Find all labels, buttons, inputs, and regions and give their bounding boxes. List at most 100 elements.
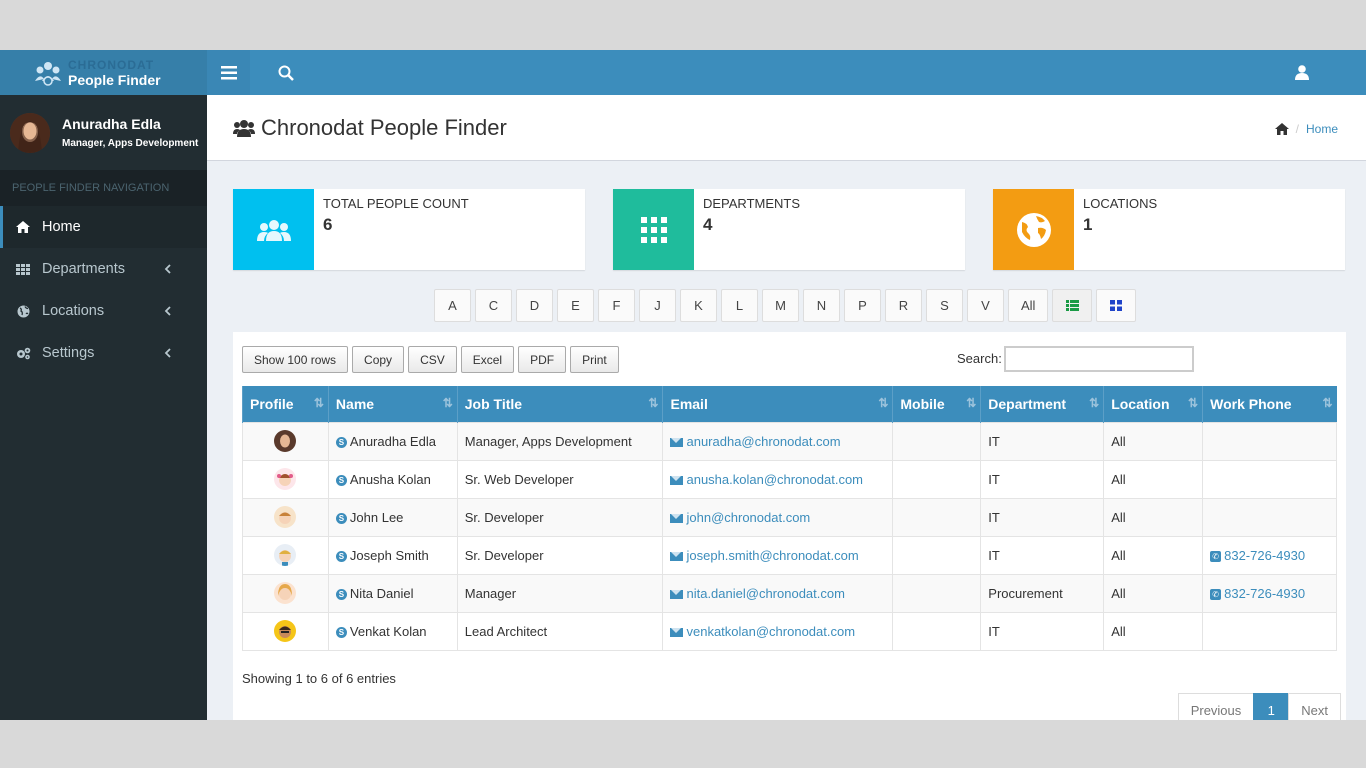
letter-f-button[interactable]: F (598, 289, 635, 322)
menu-toggle-button[interactable] (207, 50, 250, 95)
letter-l-button[interactable]: L (721, 289, 758, 322)
job-title: Manager (456, 573, 664, 613)
table-row: S John Lee Sr. Developer john@chronodat.c… (242, 497, 1337, 537)
search-icon (278, 65, 294, 81)
previous-page-button[interactable]: Previous (1177, 693, 1255, 720)
pdf-button[interactable]: PDF (518, 346, 567, 373)
letter-c-button[interactable]: C (475, 289, 512, 322)
letter-d-button[interactable]: D (516, 289, 553, 322)
job-title: Lead Architect (456, 611, 664, 651)
skype-icon[interactable]: S (335, 588, 347, 600)
letter-r-button[interactable]: R (885, 289, 922, 322)
avatar[interactable] (274, 468, 297, 490)
avatar[interactable] (274, 430, 297, 452)
letter-k-button[interactable]: K (680, 289, 717, 322)
page-1-button[interactable]: 1 (1253, 693, 1290, 720)
department-cell: IT (980, 535, 1105, 575)
sidebar-item-label: Settings (42, 345, 95, 361)
email-link[interactable]: nita.daniel@chronodat.com (686, 586, 844, 601)
letter-a-button[interactable]: A (434, 289, 471, 322)
home-icon (15, 219, 31, 235)
globe-icon (993, 189, 1074, 270)
search-label: Search: (957, 351, 1002, 366)
csv-button[interactable]: CSV (408, 346, 457, 373)
department-cell: IT (980, 497, 1105, 537)
letter-e-button[interactable]: E (557, 289, 594, 322)
email-link[interactable]: anuradha@chronodat.com (686, 434, 840, 449)
email-link[interactable]: anusha.kolan@chronodat.com (686, 472, 863, 487)
column-header-mobile[interactable]: Mobile ⇅ (892, 386, 981, 422)
location-cell: All (1103, 535, 1204, 575)
department-cell: IT (980, 459, 1105, 499)
print-button[interactable]: Print (570, 346, 619, 373)
avatar[interactable] (274, 506, 297, 528)
grid-view-button[interactable] (1096, 289, 1137, 322)
sidebar-item-home[interactable]: Home (0, 206, 207, 248)
show-rows-button[interactable]: Show 100 rows (242, 346, 349, 373)
email-link[interactable]: venkatkolan@chronodat.com (686, 624, 855, 639)
search-input[interactable] (1004, 346, 1194, 372)
column-header-email[interactable]: Email ⇅ (662, 386, 893, 422)
letter-n-button[interactable]: N (803, 289, 840, 322)
letter-s-button[interactable]: S (926, 289, 963, 322)
sidebar-item-settings[interactable]: Settings (0, 332, 207, 374)
column-header-department[interactable]: Department ⇅ (980, 386, 1104, 422)
pagination: Previous 1 Next (1177, 693, 1341, 720)
breadcrumb-separator: / (1295, 122, 1299, 136)
home-icon[interactable] (1274, 123, 1289, 135)
avatar[interactable] (274, 544, 297, 566)
stat-card-locations: LOCATIONS 1 (993, 189, 1345, 270)
work-phone-link[interactable]: 832-726-4930 (1224, 548, 1305, 563)
sort-icon: ⇅ (878, 396, 888, 410)
avatar[interactable] (274, 620, 297, 642)
phone-icon: ✆ (1210, 550, 1222, 562)
brand-logo[interactable]: CHRONODAT People Finder (0, 50, 207, 95)
envelope-icon (670, 513, 684, 523)
column-header-profile[interactable]: Profile ⇅ (242, 386, 329, 422)
app-window: CHRONODAT People Finder Anuradha Edla Ma… (0, 50, 1366, 720)
skype-icon[interactable]: S (335, 550, 347, 562)
column-header-name[interactable]: Name ⇅ (327, 386, 458, 422)
letter-v-button[interactable]: V (967, 289, 1004, 322)
list-icon (1065, 300, 1079, 311)
top-bar: CHRONODAT People Finder (0, 50, 1366, 95)
breadcrumb-home-link[interactable]: Home (1306, 122, 1338, 136)
grid-icon (15, 261, 31, 277)
user-menu-button[interactable] (1282, 50, 1322, 95)
grid-icon (1110, 300, 1123, 311)
list-view-button[interactable] (1052, 289, 1093, 322)
sidebar-item-locations[interactable]: Locations (0, 290, 207, 332)
column-header-job-title[interactable]: Job Title ⇅ (456, 386, 663, 422)
table-row: S Venkat Kolan Lead Architect venkatkolan… (242, 611, 1337, 651)
copy-button[interactable]: Copy (352, 346, 405, 373)
chevron-left-icon (164, 262, 171, 278)
skype-icon[interactable]: S (335, 626, 347, 638)
main-content: Chronodat People Finder / Home TOTAL PEO… (207, 95, 1366, 720)
search-button[interactable] (264, 50, 307, 95)
avatar[interactable] (274, 582, 297, 604)
letter-p-button[interactable]: P (844, 289, 881, 322)
job-title: Sr. Developer (456, 497, 664, 537)
stat-value: 6 (323, 215, 333, 234)
letter-m-button[interactable]: M (762, 289, 799, 322)
skype-icon[interactable]: S (335, 474, 347, 486)
excel-button[interactable]: Excel (460, 346, 515, 373)
skype-icon[interactable]: S (335, 436, 347, 448)
sidebar-item-departments[interactable]: Departments (0, 248, 207, 290)
letter-all-button[interactable]: All (1008, 289, 1049, 322)
avatar[interactable] (10, 112, 50, 153)
next-page-button[interactable]: Next (1288, 693, 1341, 720)
letter-j-button[interactable]: J (639, 289, 676, 322)
email-link[interactable]: joseph.smith@chronodat.com (686, 548, 858, 563)
sidebar-item-label: Locations (42, 303, 105, 319)
page-title: Chronodat People Finder (261, 114, 507, 140)
skype-icon[interactable]: S (335, 512, 347, 524)
column-header-location[interactable]: Location ⇅ (1103, 386, 1203, 422)
work-phone-link[interactable]: 832-726-4930 (1224, 586, 1305, 601)
location-cell: All (1103, 611, 1204, 651)
export-toolbar: Show 100 rows Copy CSV Excel PDF Print (242, 346, 623, 373)
envelope-icon (670, 475, 684, 485)
email-link[interactable]: john@chronodat.com (686, 510, 810, 525)
hamburger-icon (220, 65, 237, 79)
column-header-work-phone[interactable]: Work Phone ⇅ (1202, 386, 1337, 422)
